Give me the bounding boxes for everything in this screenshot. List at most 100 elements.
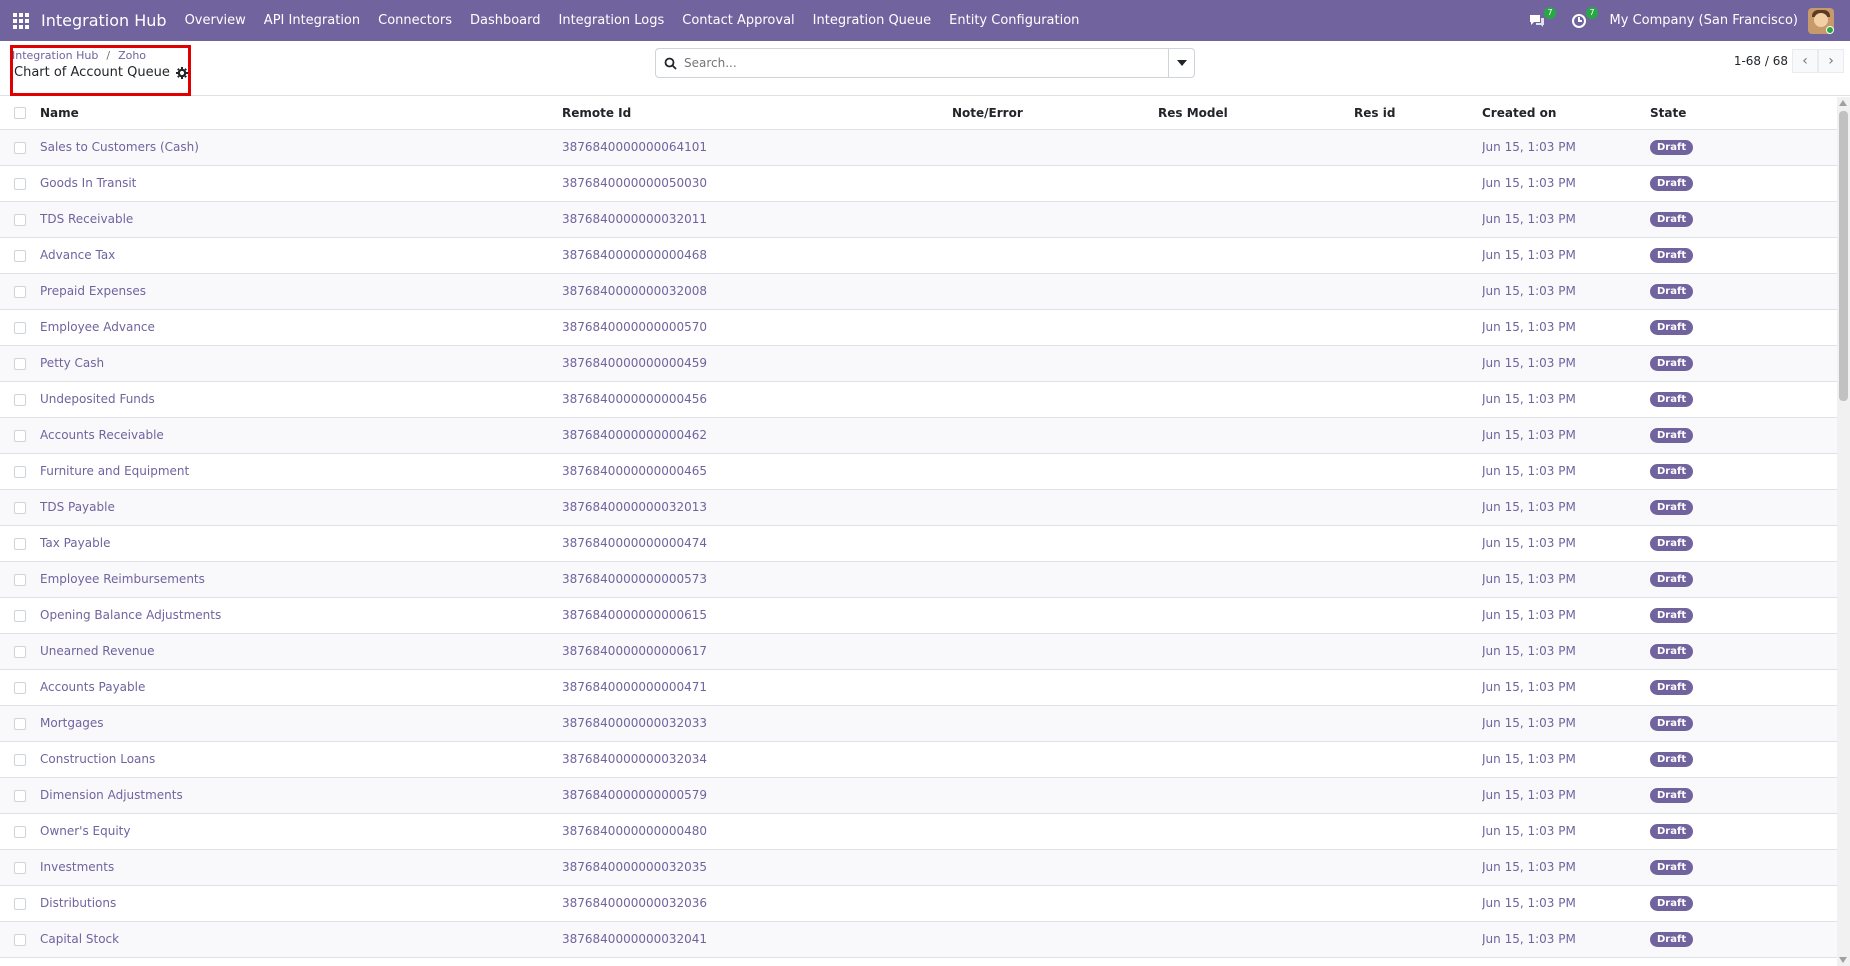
row-checkbox[interactable] (14, 285, 26, 298)
cell-res-id[interactable] (1354, 237, 1482, 273)
cell-note-error[interactable] (952, 489, 1158, 525)
table-row[interactable]: Owner's Equity 3876840000000000480 Jun 15,… (0, 813, 1837, 849)
cell-name[interactable]: Undeposited Funds (40, 381, 562, 417)
cell-note-error[interactable] (952, 273, 1158, 309)
cell-res-id[interactable] (1354, 417, 1482, 453)
menu-api-integration[interactable]: API Integration (264, 13, 360, 28)
cell-created-on[interactable]: Jun 15, 1:03 PM (1482, 885, 1650, 921)
cell-created-on[interactable]: Jun 15, 1:03 PM (1482, 489, 1650, 525)
row-checkbox[interactable] (14, 789, 26, 802)
cell-name[interactable]: Opening Balance Adjustments (40, 597, 562, 633)
cell-note-error[interactable] (952, 813, 1158, 849)
row-checkbox[interactable] (14, 177, 26, 190)
cell-created-on[interactable]: Jun 15, 1:03 PM (1482, 597, 1650, 633)
cell-name[interactable]: Employee Advance (40, 309, 562, 345)
row-checkbox[interactable] (14, 213, 26, 226)
cell-remote-id[interactable]: 3876840000000032013 (562, 489, 952, 525)
cell-res-id[interactable] (1354, 129, 1482, 165)
table-row[interactable]: Tax Payable 3876840000000000474 Jun 15, 1:… (0, 525, 1837, 561)
table-row[interactable]: Undeposited Funds 3876840000000000456 Jun … (0, 381, 1837, 417)
cell-created-on[interactable]: Jun 15, 1:03 PM (1482, 417, 1650, 453)
cell-created-on[interactable]: Jun 15, 1:03 PM (1482, 741, 1650, 777)
cell-note-error[interactable] (952, 885, 1158, 921)
menu-connectors[interactable]: Connectors (378, 13, 452, 28)
row-checkbox[interactable] (14, 861, 26, 874)
row-checkbox[interactable] (14, 429, 26, 442)
row-checkbox[interactable] (14, 753, 26, 766)
cell-note-error[interactable] (952, 237, 1158, 273)
cell-remote-id[interactable]: 3876840000000032035 (562, 849, 952, 885)
vertical-scrollbar[interactable] (1837, 97, 1850, 966)
cell-created-on[interactable]: Jun 15, 1:03 PM (1482, 525, 1650, 561)
cell-res-model[interactable] (1158, 525, 1354, 561)
row-checkbox[interactable] (14, 573, 26, 586)
cell-note-error[interactable] (952, 453, 1158, 489)
cell-res-model[interactable] (1158, 669, 1354, 705)
cell-created-on[interactable]: Jun 15, 1:03 PM (1482, 777, 1650, 813)
cell-res-id[interactable] (1354, 921, 1482, 957)
cell-res-id[interactable] (1354, 273, 1482, 309)
row-checkbox[interactable] (14, 357, 26, 370)
cell-note-error[interactable] (952, 525, 1158, 561)
table-row[interactable]: Advance Tax 3876840000000000468 Jun 15, 1:… (0, 237, 1837, 273)
cell-res-model[interactable] (1158, 129, 1354, 165)
table-row[interactable]: Investments 3876840000000032035 Jun 15, 1:… (0, 849, 1837, 885)
cell-res-model[interactable] (1158, 633, 1354, 669)
menu-dashboard[interactable]: Dashboard (470, 13, 541, 28)
cell-res-model[interactable] (1158, 237, 1354, 273)
cell-name[interactable]: Accounts Payable (40, 669, 562, 705)
cell-remote-id[interactable]: 3876840000000000471 (562, 669, 952, 705)
search-input[interactable] (684, 56, 1168, 70)
cell-res-model[interactable] (1158, 813, 1354, 849)
table-row[interactable]: Capital Stock 3876840000000032041 Jun 15, … (0, 921, 1837, 957)
cell-res-id[interactable] (1354, 525, 1482, 561)
app-brand[interactable]: Integration Hub (41, 11, 167, 30)
cell-note-error[interactable] (952, 777, 1158, 813)
header-note-error[interactable]: Note/Error (952, 97, 1158, 129)
cell-remote-id[interactable]: 3876840000000000465 (562, 453, 952, 489)
scroll-down-arrow[interactable] (1839, 957, 1847, 963)
row-checkbox[interactable] (14, 465, 26, 478)
cell-remote-id[interactable]: 3876840000000000456 (562, 381, 952, 417)
cell-name[interactable]: Employee Reimbursements (40, 561, 562, 597)
table-row[interactable]: Prepaid Expenses 3876840000000032008 Jun 1… (0, 273, 1837, 309)
cell-res-model[interactable] (1158, 201, 1354, 237)
avatar[interactable] (1808, 7, 1834, 34)
cell-created-on[interactable]: Jun 15, 1:03 PM (1482, 849, 1650, 885)
row-checkbox[interactable] (14, 393, 26, 406)
cell-remote-id[interactable]: 3876840000000032011 (562, 201, 952, 237)
cell-remote-id[interactable]: 3876840000000032034 (562, 741, 952, 777)
table-row[interactable]: Unearned Revenue 3876840000000000617 Jun 1… (0, 633, 1837, 669)
breadcrumb-integration-hub[interactable]: Integration Hub (12, 49, 98, 62)
cell-res-model[interactable] (1158, 381, 1354, 417)
cell-note-error[interactable] (952, 309, 1158, 345)
menu-entity-configuration[interactable]: Entity Configuration (949, 13, 1079, 28)
cell-name[interactable]: Mortgages (40, 705, 562, 741)
table-row[interactable]: Opening Balance Adjustments 3876840000000… (0, 597, 1837, 633)
cell-created-on[interactable]: Jun 15, 1:03 PM (1482, 921, 1650, 957)
cell-res-id[interactable] (1354, 201, 1482, 237)
cell-note-error[interactable] (952, 201, 1158, 237)
cell-res-id[interactable] (1354, 345, 1482, 381)
cell-remote-id[interactable]: 3876840000000000615 (562, 597, 952, 633)
cell-res-model[interactable] (1158, 309, 1354, 345)
menu-contact-approval[interactable]: Contact Approval (682, 13, 794, 28)
cell-res-model[interactable] (1158, 561, 1354, 597)
cell-created-on[interactable]: Jun 15, 1:03 PM (1482, 165, 1650, 201)
cell-note-error[interactable] (952, 381, 1158, 417)
header-res-id[interactable]: Res id (1354, 97, 1482, 129)
header-state[interactable]: State (1650, 97, 1837, 129)
cell-remote-id[interactable]: 3876840000000000468 (562, 237, 952, 273)
cell-res-id[interactable] (1354, 633, 1482, 669)
cell-res-model[interactable] (1158, 777, 1354, 813)
header-remote-id[interactable]: Remote Id (562, 97, 952, 129)
cell-res-id[interactable] (1354, 741, 1482, 777)
cell-note-error[interactable] (952, 705, 1158, 741)
cell-name[interactable]: Capital Stock (40, 921, 562, 957)
header-name[interactable]: Name (40, 97, 562, 129)
chat-bubbles-icon[interactable]: 7 (1526, 6, 1556, 32)
row-checkbox[interactable] (14, 681, 26, 694)
row-checkbox[interactable] (14, 321, 26, 334)
gear-icon[interactable] (176, 66, 189, 79)
table-row[interactable]: Accounts Receivable 3876840000000000462 Ju… (0, 417, 1837, 453)
